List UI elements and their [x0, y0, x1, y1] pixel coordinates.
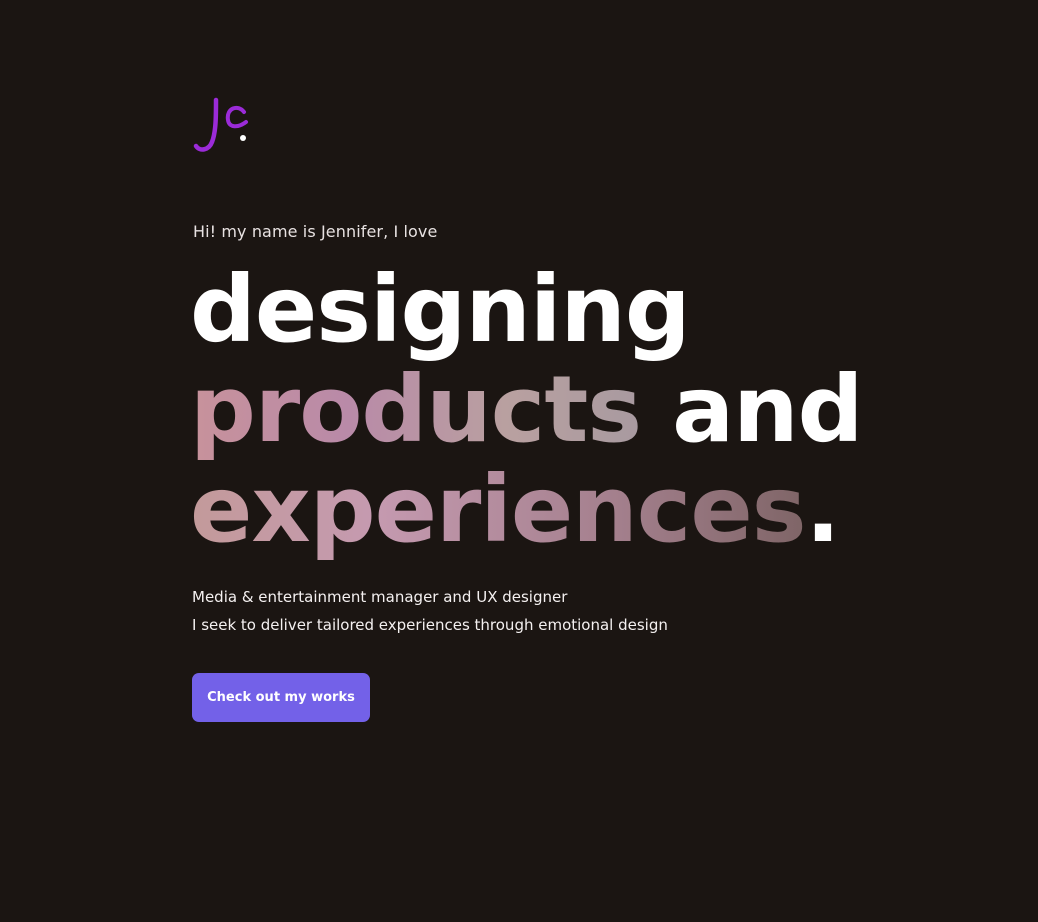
tagline-mission: I seek to deliver tailored experiences t…: [192, 616, 668, 634]
hero-headline: designing products and experiences.: [190, 256, 864, 560]
check-out-works-button[interactable]: Check out my works: [192, 673, 370, 722]
highlight-experiences: experiences: [190, 456, 806, 563]
tagline-role: Media & entertainment manager and UX des…: [192, 588, 568, 606]
highlight-products: products: [190, 356, 642, 463]
headline-line-1: designing: [190, 256, 691, 363]
landing-page: Hi! my name is Jennifer, I love designin…: [0, 0, 1038, 922]
headline-line-3: experiences.: [190, 460, 863, 560]
jc-logo[interactable]: [192, 92, 258, 158]
headline-line-2: products and: [190, 360, 864, 460]
tagline: Media & entertainment manager and UX des…: [192, 583, 668, 639]
headline-and: and: [641, 356, 863, 463]
headline-period: .: [805, 456, 840, 563]
intro-text: Hi! my name is Jennifer, I love: [193, 222, 438, 241]
